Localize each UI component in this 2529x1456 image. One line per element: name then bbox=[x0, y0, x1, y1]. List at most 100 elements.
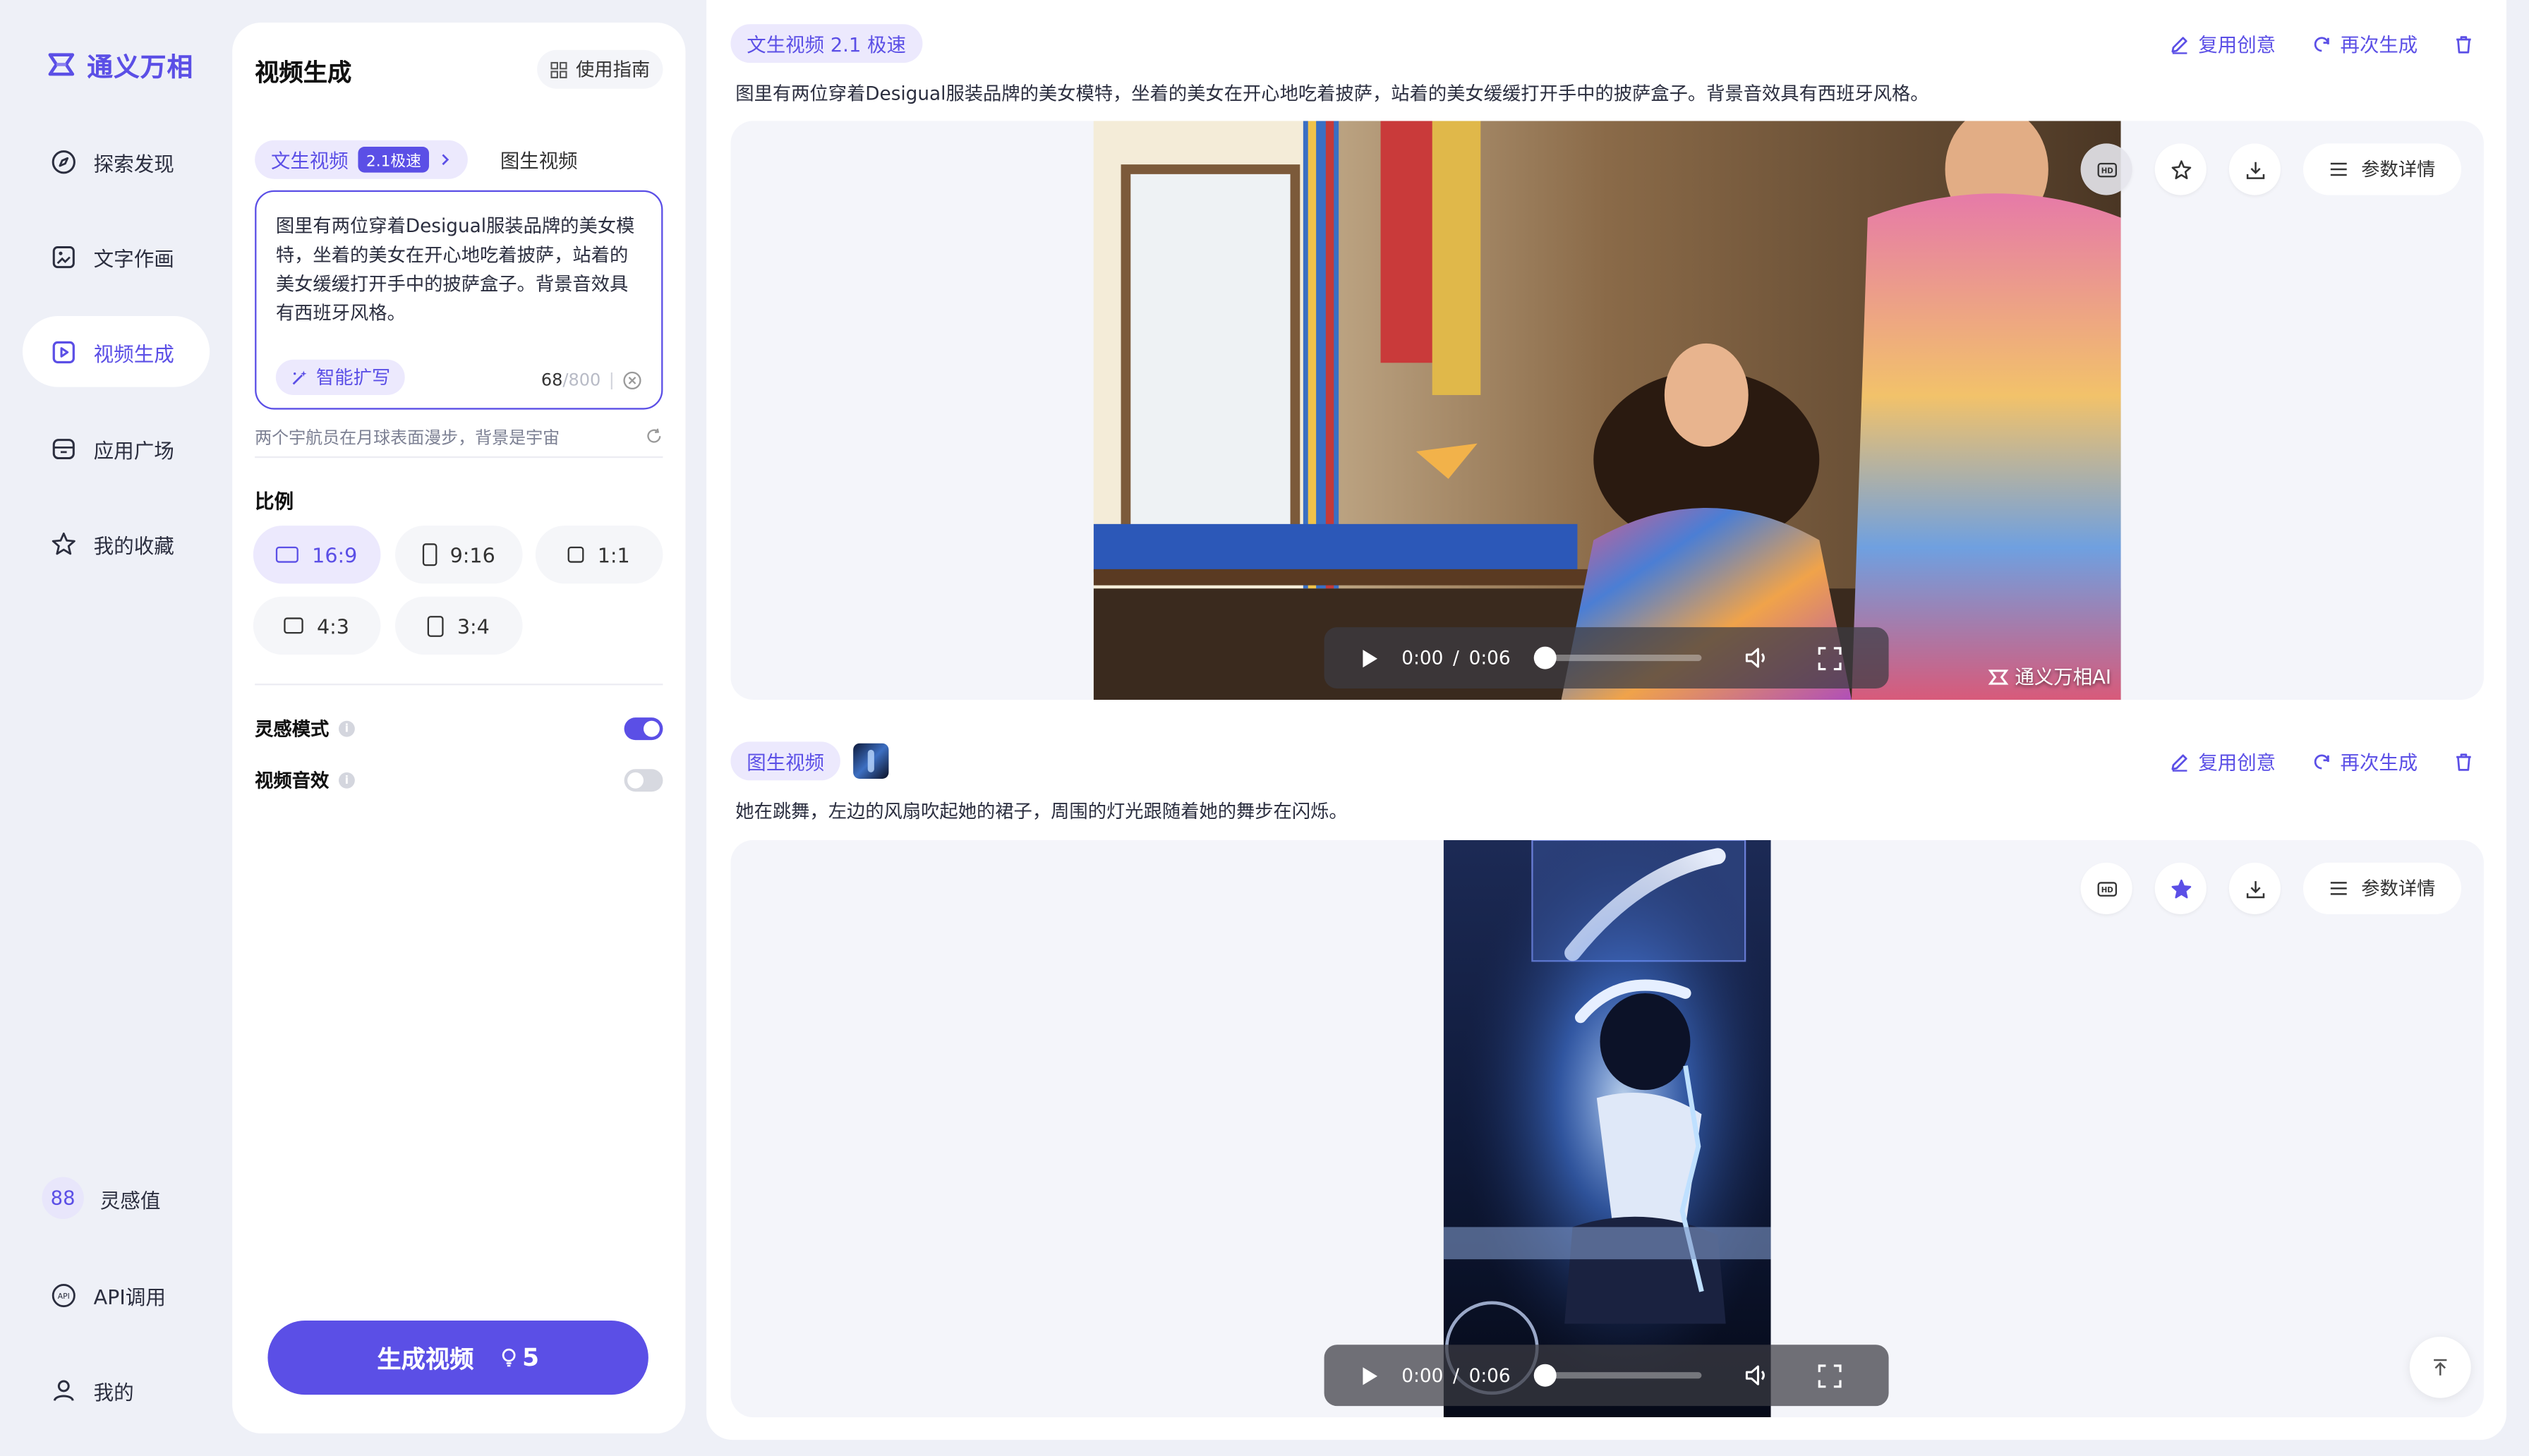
video-sound-row: 视频音效 i bbox=[255, 768, 663, 794]
nav-item-video[interactable]: 视频生成 bbox=[22, 315, 210, 387]
points-label: 灵感值 bbox=[99, 1187, 161, 1212]
divider bbox=[255, 456, 663, 459]
reuse-prompt-button[interactable]: 复用创意 bbox=[2169, 30, 2276, 58]
svg-text:HD: HD bbox=[2101, 885, 2113, 894]
params-detail-button[interactable]: 参数详情 bbox=[2302, 143, 2461, 195]
redo-icon bbox=[2314, 37, 2329, 52]
trash-icon[interactable] bbox=[2453, 751, 2475, 772]
hd-button[interactable]: HD bbox=[2080, 862, 2132, 914]
source-image-thumbnail[interactable] bbox=[853, 743, 889, 779]
square-icon bbox=[568, 546, 585, 563]
nav-item-favorites[interactable]: 我的收藏 bbox=[23, 508, 210, 579]
nav-item-points[interactable]: 88 灵感值 bbox=[23, 1163, 210, 1234]
ratio-text: 4:3 bbox=[316, 613, 349, 638]
volume-icon[interactable] bbox=[1743, 1362, 1769, 1388]
favorite-button[interactable] bbox=[2154, 862, 2207, 914]
points-badge: 88 bbox=[42, 1177, 84, 1219]
prompt-text[interactable]: 图里有两位穿着Desigual服装品牌的美女模特，坐着的美女在开心地吃着披萨，站… bbox=[276, 211, 642, 327]
refresh-icon[interactable] bbox=[645, 427, 663, 445]
panel-title: 视频生成 bbox=[255, 58, 352, 87]
tab-label: 图生视频 bbox=[500, 149, 578, 172]
tab-image-to-video[interactable]: 图生视频 bbox=[484, 140, 593, 179]
params-label: 参数详情 bbox=[2361, 157, 2436, 181]
video-tools: HD 参数详情 bbox=[2080, 143, 2461, 195]
toggle-label-text: 灵感模式 bbox=[255, 717, 330, 741]
video-player[interactable] bbox=[1443, 839, 1771, 1418]
inspiration-mode-toggle[interactable] bbox=[624, 717, 663, 741]
fullscreen-icon[interactable] bbox=[1817, 645, 1841, 670]
user-icon bbox=[53, 1379, 74, 1400]
guide-button[interactable]: 使用指南 bbox=[537, 49, 663, 89]
volume-icon[interactable] bbox=[1743, 645, 1769, 671]
reuse-label: 复用创意 bbox=[2198, 33, 2276, 56]
arrow-up-icon bbox=[2434, 1359, 2447, 1376]
ratio-text: 16:9 bbox=[312, 542, 358, 567]
ratio-1-1[interactable]: 1:1 bbox=[535, 526, 663, 584]
ratio-3-4[interactable]: 3:4 bbox=[394, 596, 523, 655]
svg-text:API: API bbox=[58, 1291, 70, 1300]
trash-icon[interactable] bbox=[2453, 34, 2475, 55]
ratio-16-9[interactable]: 16:9 bbox=[253, 526, 381, 584]
time-current: 0:00 bbox=[1401, 1364, 1444, 1387]
fullscreen-icon[interactable] bbox=[1817, 1364, 1841, 1388]
params-detail-button[interactable]: 参数详情 bbox=[2302, 862, 2461, 914]
bulb-icon bbox=[502, 1348, 516, 1367]
nav-item-profile[interactable]: 我的 bbox=[23, 1354, 210, 1426]
nav-item-app-store[interactable]: 应用广场 bbox=[23, 413, 210, 484]
regenerate-button[interactable]: 再次生成 bbox=[2311, 748, 2418, 776]
generate-label: 生成视频 bbox=[377, 1344, 474, 1373]
hd-icon: HD bbox=[2096, 881, 2116, 896]
regenerate-button[interactable]: 再次生成 bbox=[2311, 30, 2418, 58]
star-icon bbox=[52, 531, 76, 554]
clear-icon[interactable] bbox=[622, 371, 641, 390]
download-button[interactable] bbox=[2228, 143, 2281, 195]
back-to-top-button[interactable] bbox=[2409, 1336, 2471, 1398]
hd-button[interactable]: HD bbox=[2080, 143, 2132, 195]
download-button[interactable] bbox=[2228, 862, 2281, 914]
speed-badge: 2.1极速 bbox=[358, 146, 430, 173]
star-filled-icon bbox=[2171, 878, 2191, 898]
brand-logo[interactable]: 通义万相 bbox=[45, 45, 193, 84]
generate-video-button[interactable]: 生成视频 5 bbox=[267, 1320, 648, 1395]
tab-text-to-video[interactable]: 文生视频 2.1极速 bbox=[255, 140, 469, 179]
card-actions: 复用创意 再次生成 bbox=[2169, 748, 2474, 776]
ratio-9-16[interactable]: 9:16 bbox=[394, 526, 523, 584]
time-separator: / bbox=[1453, 646, 1459, 669]
nav-item-text-to-image[interactable]: 文字作画 bbox=[23, 221, 210, 292]
favorite-button[interactable] bbox=[2154, 143, 2207, 195]
nav-item-label: 视频生成 bbox=[93, 341, 174, 365]
star-icon bbox=[2171, 159, 2191, 178]
toggle-label-text: 视频音效 bbox=[255, 769, 330, 792]
toggle-knob bbox=[643, 720, 660, 737]
reuse-prompt-button[interactable]: 复用创意 bbox=[2169, 748, 2276, 776]
progress-handle[interactable] bbox=[1533, 646, 1556, 669]
play-icon[interactable] bbox=[1360, 648, 1379, 669]
progress-handle[interactable] bbox=[1533, 1364, 1556, 1387]
video-sound-toggle[interactable] bbox=[624, 769, 663, 792]
app-store-icon bbox=[52, 437, 75, 459]
prompt-input[interactable]: 图里有两位穿着Desigual服装品牌的美女模特，坐着的美女在开心地吃着披萨，站… bbox=[255, 190, 663, 410]
smart-expand-button[interactable]: 智能扩写 bbox=[275, 359, 405, 395]
info-icon[interactable]: i bbox=[338, 772, 355, 789]
grid-icon bbox=[550, 61, 567, 78]
download-icon bbox=[2245, 161, 2264, 178]
card-tag: 文生视频 2.1 极速 bbox=[730, 24, 922, 63]
portrait-icon bbox=[422, 543, 437, 566]
prompt-suggestion[interactable]: 两个宇航员在月球表面漫步，背景是宇宙 bbox=[255, 425, 560, 449]
regen-label: 再次生成 bbox=[2340, 751, 2418, 775]
play-icon[interactable] bbox=[1360, 1365, 1379, 1386]
nav-item-api[interactable]: API API调用 bbox=[23, 1259, 210, 1330]
params-label: 参数详情 bbox=[2361, 877, 2436, 900]
progress-bar[interactable] bbox=[1533, 646, 1701, 669]
nav-item-label: 我的收藏 bbox=[93, 533, 174, 557]
time-total: 0:06 bbox=[1468, 646, 1511, 669]
nav-item-explore[interactable]: 探索发现 bbox=[23, 126, 210, 197]
progress-bar[interactable] bbox=[1533, 1364, 1701, 1387]
compass-icon bbox=[52, 149, 76, 174]
info-icon[interactable]: i bbox=[338, 720, 355, 737]
video-player[interactable]: 通义万相AI bbox=[1093, 121, 2121, 700]
list-icon bbox=[2330, 162, 2347, 176]
ratio-4-3[interactable]: 4:3 bbox=[253, 596, 381, 655]
svg-text:HD: HD bbox=[2101, 166, 2113, 175]
time-display: 0:00 / 0:06 bbox=[1401, 647, 1510, 669]
